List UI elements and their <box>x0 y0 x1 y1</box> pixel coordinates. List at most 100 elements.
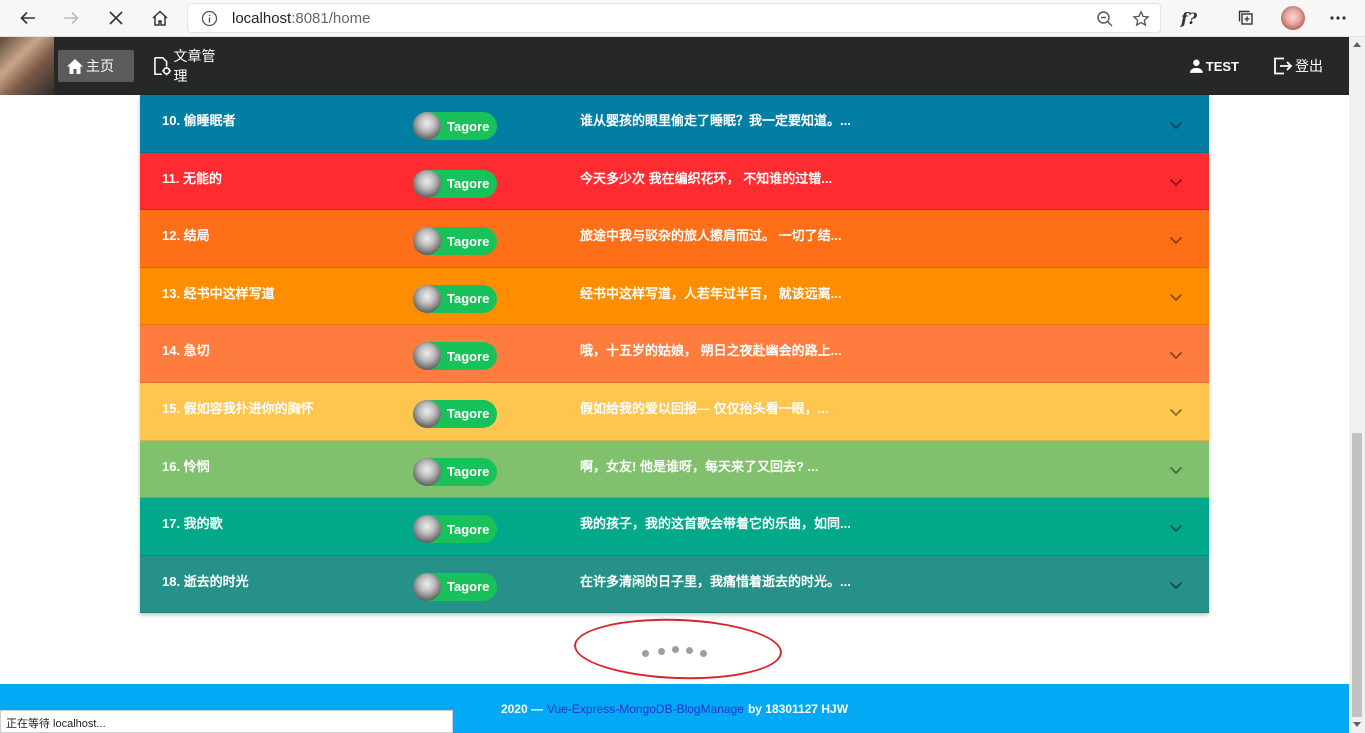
collections-icon <box>1238 10 1253 25</box>
app-header: 主页 文章管理 TEST 登出 <box>0 37 1349 95</box>
author-chip[interactable]: Tagore <box>413 572 497 601</box>
article-row[interactable]: 16. 怜悯 Tagore 啊，女友! 他是谁呀，每天来了又回去? ... <box>140 440 1209 499</box>
arrow-right-icon <box>64 11 79 25</box>
author-name: Tagore <box>447 118 490 134</box>
article-title: 18. 逝去的时光 <box>162 573 249 589</box>
expand-button[interactable] <box>1166 403 1186 423</box>
author-chip[interactable]: Tagore <box>413 399 497 428</box>
expand-button[interactable] <box>1166 115 1186 135</box>
url-host: localhost <box>232 10 292 27</box>
footer-year: 2020 — <box>500 701 543 716</box>
article-title: 17. 我的歌 <box>162 516 223 532</box>
nav-articles-label: 文章管理 <box>173 48 216 84</box>
address-bar[interactable]: localhost:8081/home <box>187 3 1161 33</box>
footer-project-link[interactable]: Vue-Express-MongoDB-BlogManage <box>547 702 744 716</box>
author-avatar <box>413 399 441 428</box>
author-chip[interactable]: Tagore <box>413 515 497 544</box>
scroll-up-arrow[interactable] <box>1353 42 1361 47</box>
author-avatar <box>413 227 441 256</box>
nav-articles-button[interactable]: 文章管理 <box>144 48 236 84</box>
author-avatar <box>413 515 441 544</box>
home-outline-icon <box>152 10 168 26</box>
author-chip[interactable]: Tagore <box>413 112 497 140</box>
author-chip[interactable]: Tagore <box>413 457 497 486</box>
article-title: 10. 偷睡眠者 <box>162 113 236 128</box>
article-row[interactable]: 14. 急切 Tagore 哦，十五岁的姑娘， 朔日之夜赴幽会的路上... <box>140 325 1209 383</box>
expand-button[interactable] <box>1166 230 1186 250</box>
forward-button[interactable] <box>56 4 86 32</box>
logout-icon <box>1274 57 1293 75</box>
chevron-down-icon <box>1169 294 1183 302</box>
expand-button[interactable] <box>1166 345 1186 365</box>
expand-button[interactable] <box>1166 288 1186 308</box>
browser-toolbar: localhost:8081/home f? <box>0 0 1365 37</box>
article-row[interactable]: 18. 逝去的时光 Tagore 在许多清闲的日子里，我痛惜着逝去的时光。... <box>140 555 1209 614</box>
article-excerpt: 啊，女友! 他是谁呀，每天来了又回去? ... <box>580 458 819 474</box>
author-name: Tagore <box>447 521 490 537</box>
back-button[interactable] <box>13 4 43 32</box>
article-row[interactable]: 10. 偷睡眠者 Tagore 谁从婴孩的眼里偷走了睡眠？我一定要知道。... <box>140 95 1209 153</box>
article-row[interactable]: 17. 我的歌 Tagore 我的孩子，我的这首歌会带着它的乐曲，如同... <box>140 498 1209 556</box>
article-row[interactable]: 15. 假如容我扑进你的胸怀 Tagore 假如给我的爱以回报— 仅仅抬头看一眼… <box>140 382 1209 441</box>
article-excerpt: 假如给我的爱以回报— 仅仅抬头看一眼，... <box>580 400 829 416</box>
article-row[interactable]: 12. 结局 Tagore 旅途中我与驳杂的旅人擦肩而过。 一切了结... <box>140 210 1209 268</box>
footer-author: by 18301127 HJW <box>747 701 849 716</box>
author-avatar <box>413 284 441 313</box>
author-name: Tagore <box>447 291 490 307</box>
font-tool-button[interactable]: f? <box>1176 4 1202 32</box>
profile-button[interactable] <box>1280 4 1306 32</box>
close-icon <box>109 11 123 25</box>
expand-button[interactable] <box>1166 461 1186 481</box>
author-name: Tagore <box>447 579 490 595</box>
author-avatar <box>413 457 441 486</box>
stop-loading-button[interactable] <box>101 4 131 32</box>
author-name: Tagore <box>447 464 490 480</box>
article-title: 16. 怜悯 <box>162 458 210 474</box>
author-chip[interactable]: Tagore <box>413 342 497 371</box>
author-chip[interactable]: Tagore <box>413 169 497 198</box>
chevron-down-icon <box>1169 351 1183 360</box>
page-scrollbar[interactable] <box>1349 37 1365 733</box>
author-avatar <box>413 572 441 601</box>
author-avatar <box>413 112 441 140</box>
article-title: 15. 假如容我扑进你的胸怀 <box>162 400 314 416</box>
author-name: Tagore <box>447 176 490 192</box>
expand-button[interactable] <box>1166 173 1186 193</box>
collections-button[interactable] <box>1235 4 1257 32</box>
article-row[interactable]: 11. 无能的 Tagore 今天多少次 我在编织花环， 不知谁的过错... <box>140 152 1209 211</box>
more-menu-button[interactable] <box>1326 4 1350 32</box>
url-text[interactable]: localhost:8081/home <box>232 10 370 27</box>
favorite-star-icon[interactable] <box>1132 10 1150 28</box>
scroll-thumb[interactable] <box>1352 433 1362 717</box>
user-button[interactable]: TEST <box>1181 50 1247 82</box>
logout-button[interactable]: 登出 <box>1265 50 1331 82</box>
zoom-icon[interactable] <box>1096 10 1114 28</box>
chevron-down-icon <box>1169 409 1183 417</box>
nav-home-label: 主页 <box>86 58 114 74</box>
article-excerpt: 经书中这样写道，人若年过半百， 就该远离... <box>580 285 842 301</box>
author-chip[interactable]: Tagore <box>413 284 497 313</box>
author-avatar <box>413 169 441 198</box>
article-row[interactable]: 13. 经书中这样写道 Tagore 经书中这样写道，人若年过半百， 就该远离.… <box>140 267 1209 326</box>
home-button[interactable] <box>145 4 175 32</box>
author-name: Tagore <box>447 348 490 364</box>
font-tool-label: f? <box>1180 8 1198 28</box>
expand-button[interactable] <box>1166 518 1186 538</box>
chevron-down-icon <box>1169 121 1183 129</box>
chevron-down-icon <box>1169 178 1183 187</box>
loading-dot <box>686 647 693 654</box>
author-name: Tagore <box>447 406 490 422</box>
user-name-label: TEST <box>1205 58 1239 74</box>
author-chip[interactable]: Tagore <box>413 227 497 256</box>
loading-dot <box>672 646 679 653</box>
article-title: 12. 结局 <box>162 228 210 244</box>
expand-button[interactable] <box>1166 576 1186 596</box>
home-icon <box>67 58 83 74</box>
chevron-down-icon <box>1169 524 1183 532</box>
article-title: 11. 无能的 <box>162 170 222 186</box>
nav-home-button[interactable]: 主页 <box>58 50 134 82</box>
status-bar: 正在等待 localhost... <box>0 710 453 733</box>
loading-dot <box>642 650 649 657</box>
scroll-down-arrow[interactable] <box>1353 722 1361 727</box>
info-icon[interactable] <box>201 10 218 27</box>
